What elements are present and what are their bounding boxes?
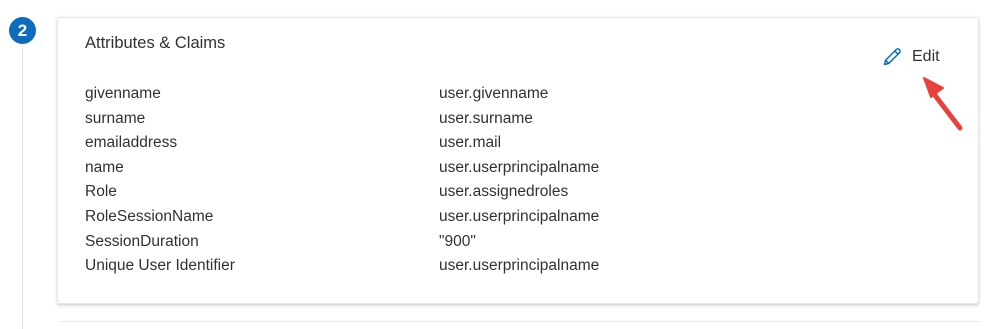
pencil-icon (881, 46, 903, 68)
claim-row-rolesessionname: RoleSessionName user.userprincipalname (85, 207, 725, 232)
claim-value: user.givenname (439, 85, 549, 102)
next-section-edge (60, 321, 980, 322)
claim-name: givenname (85, 85, 161, 102)
edit-label: Edit (912, 48, 940, 65)
claim-row-unique-user-identifier: Unique User Identifier user.userprincipa… (85, 256, 725, 281)
claim-value: user.userprincipalname (439, 158, 600, 176)
claim-name: RoleSessionName (85, 207, 214, 225)
step-number-badge: 2 (9, 17, 36, 44)
section-title: Attributes & Claims (85, 34, 226, 52)
attributes-claims-card: Attributes & Claims Edit givenname user.… (57, 17, 979, 304)
claim-row-givenname: givenname user.givenname (85, 84, 725, 109)
claim-value: "900" (439, 232, 476, 250)
claim-name: surname (85, 109, 146, 127)
claim-row-emailaddress: emailaddress user.mail (85, 133, 725, 158)
claim-name: Role (85, 183, 117, 201)
claim-row-sessionduration: SessionDuration "900" (85, 232, 725, 257)
claim-name: SessionDuration (85, 232, 199, 250)
claim-value: user.userprincipalname (439, 207, 600, 225)
claim-row-surname: surname user.surname (85, 109, 725, 134)
claim-row-role: Role user.assignedroles (85, 182, 725, 207)
claim-row-name: name user.userprincipalname (85, 158, 725, 183)
claim-value: user.mail (439, 134, 502, 152)
claim-value: user.userprincipalname (439, 257, 600, 275)
claims-list: givenname user.givenname surname user.su… (85, 84, 725, 281)
annotation-arrow-icon (918, 70, 968, 139)
claim-value: user.surname (439, 109, 533, 127)
step-connector-line (22, 48, 23, 329)
edit-button[interactable]: Edit (881, 44, 940, 70)
claim-name: name (85, 158, 124, 176)
claim-value: user.assignedroles (439, 183, 569, 201)
claim-name: emailaddress (85, 134, 178, 152)
claim-name: Unique User Identifier (85, 257, 235, 275)
